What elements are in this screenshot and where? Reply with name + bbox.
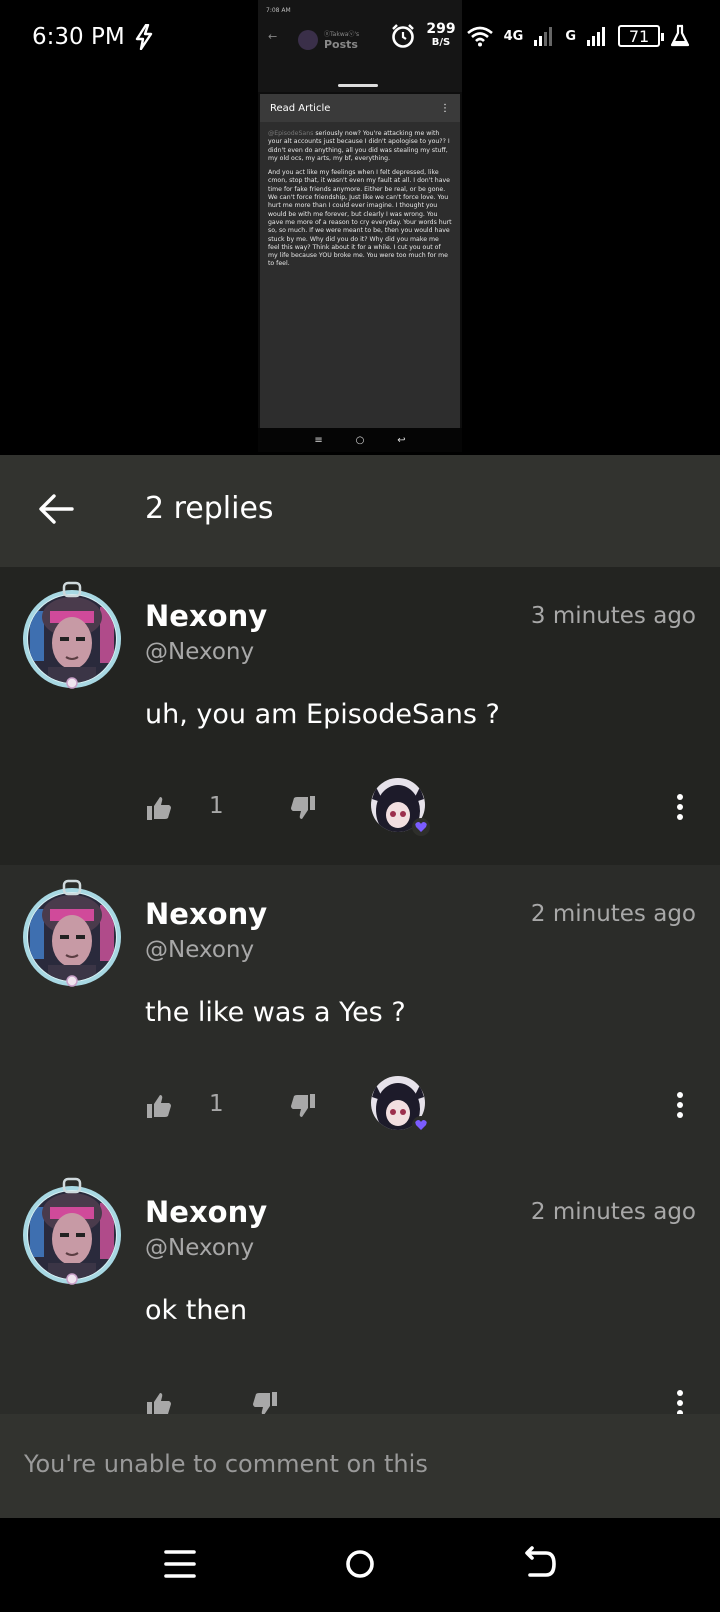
thumbs-down-icon[interactable] [290,795,316,821]
status-bar: 6:30 PM 299 B/S 4G G 71 [0,0,720,80]
preview-more-icon: ⋮ [440,102,450,114]
reply-author-handle: @Nexony [145,1235,255,1261]
menu-icon[interactable] [158,1542,202,1586]
avatar[interactable] [22,1177,122,1289]
thumbs-up-icon[interactable] [146,795,172,821]
back-arrow-icon [39,494,74,524]
more-options-icon[interactable] [670,1388,690,1414]
battery-level: 71 [628,26,650,46]
page-title: 2 replies [145,491,274,526]
reply-author-name[interactable]: Nexony [145,1195,267,1229]
reply-text: the like was a Yes ? [145,997,406,1028]
more-options-icon[interactable] [670,792,690,822]
back-nav-icon[interactable] [518,1542,562,1586]
thumbs-up-icon[interactable] [146,1093,172,1119]
wifi-icon [466,26,493,47]
back-button[interactable] [30,483,82,535]
network-4g-label: 4G [503,28,524,44]
reply-actions: 1 [0,777,720,837]
thumbs-down-icon[interactable] [290,1093,316,1119]
reply-author-name[interactable]: Nexony [145,599,267,633]
reply-author-name[interactable]: Nexony [145,897,267,931]
reply-item: Nexony @Nexony 2 minutes ago the like wa… [0,865,720,1163]
preview-article-mention: @EpisodeSans [268,130,314,137]
like-count: 1 [209,793,224,819]
battery-icon: 71 [618,25,664,47]
preview-article-body: @EpisodeSans seriously now? You're attac… [260,122,460,283]
network-speed: 299 B/S [426,22,455,50]
reply-author-handle: @Nexony [145,937,255,963]
status-time: 6:30 PM [32,24,125,50]
reply-timestamp: 2 minutes ago [530,1199,696,1225]
preview-article-card: Read Article ⋮ @EpisodeSans seriously no… [260,94,460,428]
preview-article-header-label: Read Article [270,102,331,114]
home-icon[interactable] [338,1542,382,1586]
thumbs-up-icon[interactable] [146,1391,172,1414]
comment-disabled-text: You're unable to comment on this [24,1450,428,1478]
alarm-icon [392,24,415,48]
author-liked-badge [371,778,430,836]
signal-icon-2 [587,27,605,46]
preview-back-icon: ↩ [397,434,406,446]
comment-disabled-bar: You're unable to comment on this [0,1414,720,1518]
network-speed-value: 299 [426,21,456,37]
preview-drag-handle [338,84,378,87]
reply-text: ok then [145,1295,248,1326]
more-options-icon[interactable] [670,1090,690,1120]
replies-header: 2 replies [0,455,720,567]
reply-actions: 1 [0,1075,720,1135]
system-navigation-bar [0,1518,720,1612]
signal-icon [534,27,553,46]
preview-article-header: Read Article ⋮ [260,94,460,122]
preview-phone-navbar: ≡ ○ ↩ [258,428,462,452]
replies-list: Nexony @Nexony 3 minutes ago uh, you am … [0,567,720,1414]
like-count: 1 [209,1091,224,1117]
charging-bolt-icon [135,24,153,50]
reply-author-handle: @Nexony [145,639,255,665]
flask-icon [670,24,690,47]
network-g-label: G [565,28,576,44]
reply-item: Nexony @Nexony 3 minutes ago uh, you am … [0,567,720,865]
avatar[interactable] [22,879,122,991]
reply-item: Nexony @Nexony 2 minutes ago ok then [0,1163,720,1414]
author-liked-badge [371,1076,430,1134]
preview-menu-icon: ≡ [314,434,323,446]
preview-article-paragraph-1: @EpisodeSans seriously now? You're attac… [268,130,452,163]
reply-text: uh, you am EpisodeSans ? [145,699,500,730]
thumbs-down-icon[interactable] [252,1391,278,1414]
preview-home-icon: ○ [355,434,365,446]
reply-timestamp: 2 minutes ago [530,901,696,927]
status-icons: 299 B/S 4G G 71 [390,22,690,50]
preview-article-paragraph-2: And you act like my feelings when I felt… [268,169,452,268]
reply-actions [0,1373,720,1414]
avatar[interactable] [22,581,122,693]
network-speed-unit: B/S [431,37,451,48]
reply-timestamp: 3 minutes ago [530,603,696,629]
